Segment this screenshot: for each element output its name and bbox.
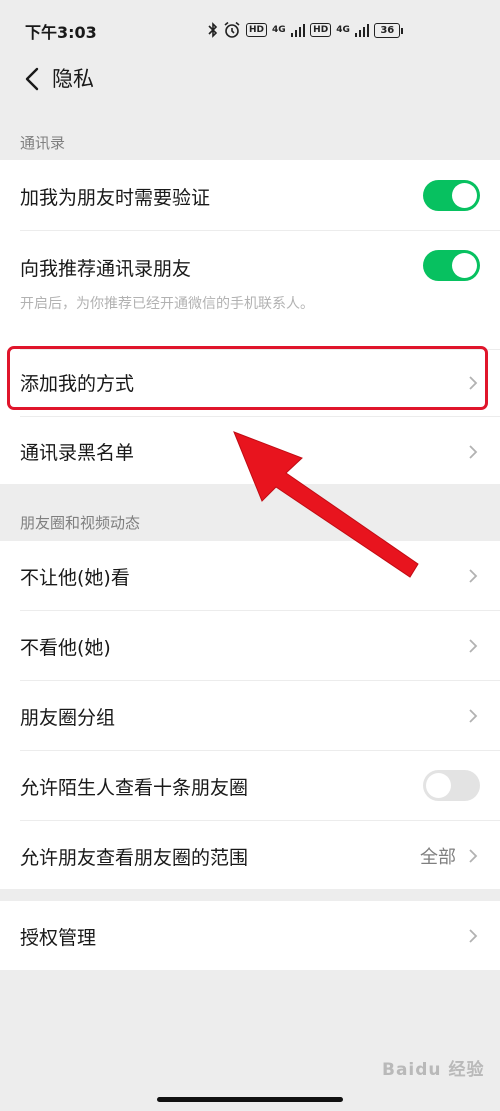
page-title: 隐私: [52, 67, 94, 91]
strangers-toggle[interactable]: [423, 770, 480, 801]
toggle-knob: [452, 253, 477, 278]
chevron-right-icon: [469, 849, 478, 863]
row-verify: 加我为朋友时需要验证: [0, 160, 500, 230]
watermark: Baidu 经验: [382, 1060, 485, 1080]
hd-badge-2: HD: [310, 23, 332, 37]
row-dont-see[interactable]: 不看他(她): [0, 611, 500, 680]
row-hide-from[interactable]: 不让他(她)看: [0, 541, 500, 610]
row-label-strangers: 允许陌生人查看十条朋友圈: [20, 777, 249, 799]
row-label-dont-see: 不看他(她): [20, 637, 111, 659]
row-label-auth: 授权管理: [20, 927, 97, 949]
hd-badge-1: HD: [246, 23, 268, 37]
row-label-blacklist: 通讯录黑名单: [20, 442, 135, 464]
chevron-right-icon: [469, 639, 478, 653]
group-moments: 不让他(她)看 不看他(她) 朋友圈分组 允许陌生人查看十条朋友圈 允许朋友查看…: [0, 541, 500, 889]
signal-icon-2: [354, 23, 370, 37]
toggle-knob: [426, 773, 451, 798]
bluetooth-icon: [208, 22, 218, 38]
alarm-icon: [224, 21, 240, 38]
chevron-right-icon: [469, 709, 478, 723]
recommend-toggle[interactable]: [423, 250, 480, 281]
group-auth: 授权管理: [0, 901, 500, 970]
row-recommend: 向我推荐通讯录朋友 开启后，为你推荐已经开通微信的手机联系人。: [0, 231, 500, 349]
row-blacklist[interactable]: 通讯录黑名单: [0, 417, 500, 484]
row-label-verify: 加我为朋友时需要验证: [20, 187, 211, 209]
chevron-right-icon: [469, 445, 478, 459]
signal-icon-1: [290, 23, 306, 37]
chevron-right-icon: [469, 929, 478, 943]
row-range[interactable]: 允许朋友查看朋友圈的范围 全部: [0, 821, 500, 889]
home-indicator[interactable]: [157, 1097, 343, 1102]
row-groups[interactable]: 朋友圈分组: [0, 681, 500, 750]
nav-bar: 隐私: [0, 58, 500, 102]
highlight-box: [7, 346, 488, 410]
status-bar: 下午3:03 HD 4G HD 4G 36: [0, 0, 500, 58]
group-contacts: 加我为朋友时需要验证 向我推荐通讯录朋友 开启后，为你推荐已经开通微信的手机联系…: [0, 160, 500, 484]
toggle-knob: [452, 183, 477, 208]
network-label-2: 4G: [336, 24, 350, 35]
row-sub-recommend: 开启后，为你推荐已经开通微信的手机联系人。: [20, 296, 314, 312]
row-label-recommend: 向我推荐通讯录朋友: [20, 258, 192, 280]
chevron-right-icon: [469, 569, 478, 583]
status-icons: HD 4G HD 4G 36: [208, 18, 404, 42]
chevron-left-icon[interactable]: [20, 64, 46, 94]
row-label-hide-from: 不让他(她)看: [20, 567, 130, 589]
row-auth[interactable]: 授权管理: [0, 901, 500, 970]
section-title-contacts: 通讯录: [20, 134, 66, 152]
battery-icon: 36: [374, 22, 404, 38]
row-strangers: 允许陌生人查看十条朋友圈: [0, 751, 500, 820]
range-value: 全部: [420, 847, 456, 868]
status-time: 下午3:03: [25, 23, 97, 42]
network-label-1: 4G: [272, 24, 286, 35]
row-label-groups: 朋友圈分组: [20, 707, 116, 729]
section-title-moments: 朋友圈和视频动态: [20, 514, 141, 532]
row-label-range: 允许朋友查看朋友圈的范围: [20, 847, 249, 869]
verify-toggle[interactable]: [423, 180, 480, 211]
